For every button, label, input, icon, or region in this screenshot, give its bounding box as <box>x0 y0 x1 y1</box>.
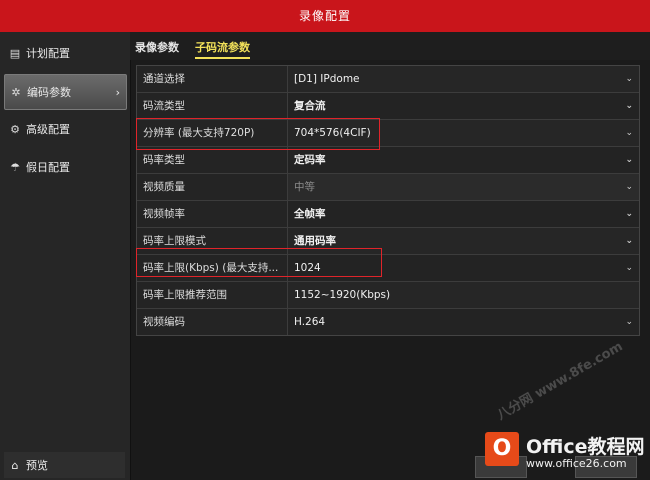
sidebar: ▤ 计划配置 ✲ 编码参数 › ⚙ 高级配置 ☂ 假日配置 ⌂ 预览 <box>0 32 131 480</box>
preview-label: 预览 <box>26 459 48 472</box>
sidebar-item-label: 计划配置 <box>26 47 70 60</box>
logo-name: Office教程网 <box>526 436 645 458</box>
form-row-bitrate-limit-mode: 码率上限模式 通用码率 ⌄ <box>137 228 639 255</box>
sidebar-item-advanced[interactable]: ⚙ 高级配置 <box>4 112 125 146</box>
form-row-resolution: 分辨率 (最大支持720P) 704*576(4CIF) ⌄ <box>137 120 639 147</box>
settings-icon: ⚙ <box>10 122 20 136</box>
stream-type-select[interactable]: 复合流 ⌄ <box>288 93 639 119</box>
channel-select[interactable]: [D1] IPdome ⌄ <box>288 66 639 92</box>
form-row-video-quality: 视频质量 中等 ⌄ <box>137 174 639 201</box>
field-label: 码率上限(Kbps) (最大支持... <box>137 255 288 281</box>
window-title: 录像配置 <box>0 0 650 32</box>
chevron-down-icon: ⌄ <box>625 128 633 138</box>
office-logo: O Office教程网 www.office26.com <box>480 428 650 480</box>
form-row-video-codec: 视频编码 H.264 ⌄ <box>137 309 639 335</box>
tab-bar: 录像参数 子码流参数 <box>130 32 650 60</box>
calendar-icon: ▤ <box>9 46 21 60</box>
sidebar-item-label: 编码参数 <box>27 86 71 99</box>
video-quality-select[interactable]: 中等 ⌄ <box>288 174 639 200</box>
field-label: 通道选择 <box>137 66 288 92</box>
watermark: 八分网 www.8fe.com <box>494 339 626 424</box>
video-codec-select[interactable]: H.264 ⌄ <box>288 309 639 335</box>
field-label: 码率上限推荐范围 <box>137 282 288 308</box>
sidebar-item-schedule[interactable]: ▤ 计划配置 <box>4 36 125 70</box>
logo-url: www.office26.com <box>526 457 627 470</box>
preview-button[interactable]: ⌂ 预览 <box>4 452 125 478</box>
chevron-down-icon: ⌄ <box>625 74 633 84</box>
sidebar-item-label: 高级配置 <box>26 123 70 136</box>
field-label: 码流类型 <box>137 93 288 119</box>
umbrella-icon: ☂ <box>10 160 20 174</box>
bitrate-limit-select[interactable]: 1024 ⌄ <box>288 255 639 281</box>
chevron-down-icon: ⌄ <box>625 263 633 273</box>
chevron-right-icon: › <box>115 85 120 99</box>
bitrate-range-value: 1152~1920(Kbps) <box>288 282 639 308</box>
form-row-bitrate-limit: 码率上限(Kbps) (最大支持... 1024 ⌄ <box>137 255 639 282</box>
field-label: 视频编码 <box>137 309 288 335</box>
form-row-frame-rate: 视频帧率 全帧率 ⌄ <box>137 201 639 228</box>
field-label: 分辨率 (最大支持720P) <box>137 120 288 146</box>
form-row-channel: 通道选择 [D1] IPdome ⌄ <box>137 66 639 93</box>
chevron-down-icon: ⌄ <box>625 209 633 219</box>
field-label: 码率类型 <box>137 147 288 173</box>
home-icon: ⌂ <box>11 458 19 472</box>
form-row-stream-type: 码流类型 复合流 ⌄ <box>137 93 639 120</box>
gear-icon: ✲ <box>11 85 21 99</box>
resolution-select[interactable]: 704*576(4CIF) ⌄ <box>288 120 639 146</box>
field-label: 码率上限模式 <box>137 228 288 254</box>
sidebar-item-holiday[interactable]: ☂ 假日配置 <box>4 150 125 184</box>
bitrate-limit-mode-select[interactable]: 通用码率 ⌄ <box>288 228 639 254</box>
form-row-bitrate-type: 码率类型 定码率 ⌄ <box>137 147 639 174</box>
chevron-down-icon: ⌄ <box>625 101 633 111</box>
bitrate-type-select[interactable]: 定码率 ⌄ <box>288 147 639 173</box>
field-label: 视频帧率 <box>137 201 288 227</box>
chevron-down-icon: ⌄ <box>625 236 633 246</box>
frame-rate-select[interactable]: 全帧率 ⌄ <box>288 201 639 227</box>
office-logo-icon: O <box>485 432 519 466</box>
encoding-form: 通道选择 [D1] IPdome ⌄ 码流类型 复合流 ⌄ 分辨率 (最大支持720… <box>136 65 640 336</box>
sidebar-item-label: 假日配置 <box>26 161 70 174</box>
chevron-down-icon: ⌄ <box>625 155 633 165</box>
field-label: 视频质量 <box>137 174 288 200</box>
tab-substream-params[interactable]: 子码流参数 <box>195 39 250 59</box>
form-row-bitrate-range: 码率上限推荐范围 1152~1920(Kbps) <box>137 282 639 309</box>
sidebar-item-encoding[interactable]: ✲ 编码参数 › <box>4 74 127 110</box>
chevron-down-icon: ⌄ <box>625 182 633 192</box>
chevron-down-icon: ⌄ <box>625 317 633 327</box>
tab-record-params[interactable]: 录像参数 <box>135 39 179 55</box>
